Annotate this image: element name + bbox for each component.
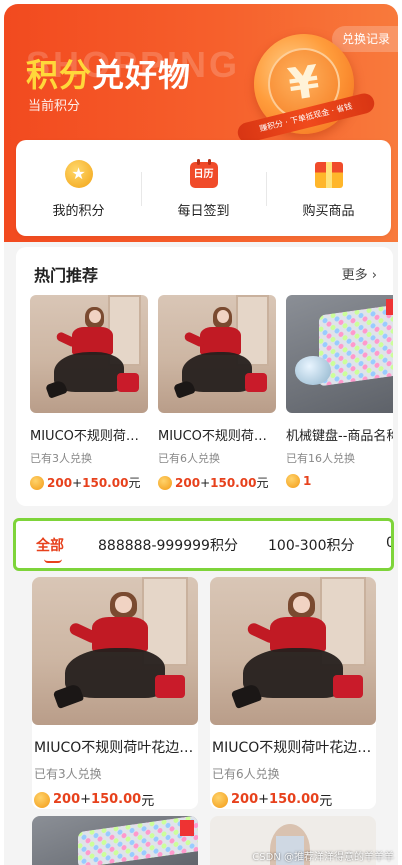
exchange-count: 已有6人兑换 [158, 452, 220, 465]
points-coin-icon [286, 474, 300, 488]
product-price: 200 + 150.00 元 [30, 474, 148, 491]
price-points: 200 [47, 475, 73, 490]
hot-product-card[interactable]: MIUCO不规则荷叶花边... 已有3人兑换 200 + 150.00 元 [30, 295, 148, 491]
hot-carousel[interactable]: MIUCO不规则荷叶花边... 已有3人兑换 200 + 150.00 元 MI… [30, 295, 393, 491]
price-unit: 元 [256, 476, 269, 490]
tab-points-range-2[interactable]: 100-300积分 [268, 535, 355, 555]
points-coin-icon [212, 791, 228, 808]
product-image [32, 577, 198, 725]
exchange-count: 已有16人兑换 [286, 452, 355, 465]
price-plus: + [258, 792, 270, 807]
product-price: 1 [286, 474, 393, 488]
grid-product-card[interactable]: MIUCO不规则荷叶花边连衣裙 已有3人兑换 200 + 150.00 元 [32, 577, 198, 809]
product-image [158, 295, 276, 413]
quick-daily-checkin[interactable]: 日历 每日签到 [141, 140, 266, 236]
product-image [286, 295, 393, 413]
title-highlight: 积分 [26, 56, 93, 94]
hot-recommend-section: 热门推荐 更多 › MIUCO不规则荷叶花边... 已有3人兑换 200 + 1… [16, 247, 393, 506]
product-name: MIUCO不规则荷叶花边连衣裙 [212, 740, 376, 756]
product-name: MIUCO不规则荷叶花边连衣裙 [34, 740, 198, 756]
tab-points-range-3[interactable]: 0 [386, 535, 391, 551]
product-price: 200 + 150.00 元 [34, 790, 198, 809]
watermark-text: CSDN @推荐洋洋得意的羊羊羊 [252, 852, 394, 863]
price-points: 1 [303, 474, 312, 488]
more-label: 更多 [341, 268, 368, 283]
points-coin-icon [158, 475, 172, 490]
quick-label: 我的积分 [52, 203, 105, 219]
product-image [210, 577, 376, 725]
price-plus: + [72, 475, 83, 490]
product-name: MIUCO不规则荷叶花边... [158, 429, 276, 444]
chevron-right-icon: › [371, 268, 377, 283]
product-name: 机械键盘--商品名称 [286, 429, 393, 444]
price-unit: 元 [319, 794, 333, 809]
price-points: 200 [175, 475, 201, 490]
quick-my-points[interactable]: ★ 我的积分 [16, 140, 141, 236]
section-title: 热门推荐 [34, 266, 99, 285]
quick-label: 每日签到 [177, 203, 230, 219]
product-name: MIUCO不规则荷叶花边... [30, 429, 148, 444]
points-coin-icon [34, 791, 50, 808]
price-cash: 150.00 [210, 475, 257, 490]
quick-actions-card: ★ 我的积分 日历 每日签到 购买商品 [16, 140, 391, 236]
quick-label: 购买商品 [302, 203, 355, 219]
points-coin-icon [30, 475, 44, 490]
exchange-count: 已有3人兑换 [34, 767, 102, 781]
product-image [30, 295, 148, 413]
calendar-icon: 日历 [188, 158, 220, 190]
price-plus: + [200, 475, 211, 490]
grid-product-card-partial[interactable] [32, 816, 198, 865]
tab-points-range-1[interactable]: 888888-999999积分 [98, 535, 238, 555]
more-link[interactable]: 更多 › [342, 264, 377, 283]
grid-product-card[interactable]: MIUCO不规则荷叶花边连衣裙 已有6人兑换 200 + 150.00 元 [210, 577, 376, 809]
current-points-label: 当前积分 [28, 99, 81, 114]
filter-tabs: 全部 888888-999999积分 100-300积分 0 [13, 518, 394, 571]
hot-product-card[interactable]: 机械键盘--商品名称 已有16人兑换 1 [286, 295, 393, 491]
tab-all[interactable]: 全部 [36, 535, 64, 555]
app-frame: SHOPPING 积分兑好物 当前积分 兑换记录 ¥ 赚积分 · 下单抵现金 ·… [4, 4, 398, 865]
price-unit: 元 [128, 476, 141, 490]
exchange-count: 已有3人兑换 [30, 452, 92, 465]
price-plus: + [80, 792, 92, 807]
price-cash: 150.00 [91, 792, 142, 807]
page-title: 积分兑好物 [26, 50, 191, 96]
quick-buy-goods[interactable]: 购买商品 [266, 140, 391, 236]
active-tab-indicator [44, 559, 62, 563]
title-rest: 兑好物 [92, 56, 192, 94]
hot-product-card[interactable]: MIUCO不规则荷叶花边... 已有6人兑换 200 + 150.00 元 [158, 295, 276, 491]
price-points: 200 [231, 792, 259, 807]
price-cash: 150.00 [82, 475, 129, 490]
price-cash: 150.00 [269, 792, 320, 807]
product-price: 200 + 150.00 元 [212, 790, 376, 809]
gift-box-icon [313, 158, 345, 190]
exchange-count: 已有6人兑换 [212, 767, 280, 781]
product-price: 200 + 150.00 元 [158, 474, 276, 491]
coin-illustration: ¥ 赚积分 · 下单抵现金 · 省钱 [235, 27, 377, 145]
price-points: 200 [53, 792, 81, 807]
medal-coin-icon: ★ [63, 158, 95, 190]
price-unit: 元 [141, 794, 155, 809]
